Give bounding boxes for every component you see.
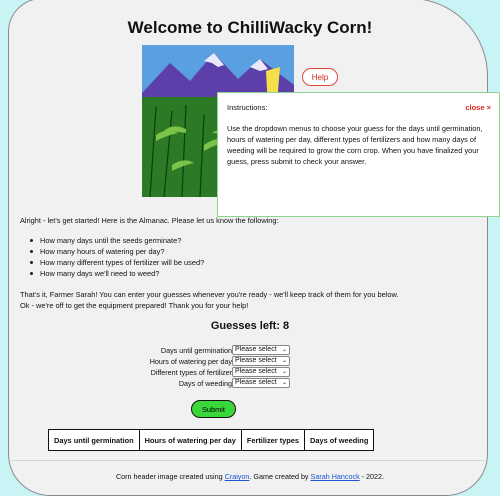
author-link[interactable]: Sarah Hancock [311,472,360,481]
outro-line: That's it, Farmer Sarah! You can enter y… [20,290,399,299]
list-item: How many different types of fertilizer w… [29,257,204,268]
weeding-label: Days of weeding [178,379,232,388]
guesses-left: Guesses left: 8 [210,320,290,332]
footer-divider [9,460,487,461]
outro-line: Ok - we're off to get the equipment prep… [20,301,249,310]
fertilizer-label: Different types of fertilizer [150,368,232,377]
chevron-down-icon: ⌄ [281,380,287,386]
germination-row: Days until germination Please select ⌄ [0,345,500,356]
weeding-row: Days of weeding Please select ⌄ [0,378,500,389]
craiyon-link[interactable]: Craiyon [225,472,250,481]
table-header-row: Days until germination Hours of watering… [48,429,375,451]
questions-list: How many days until the seeds germinate?… [29,235,204,279]
instructions-panel: Instructions: close × Use the dropdown m… [217,92,500,217]
help-button[interactable]: Help [302,68,338,86]
fertilizer-row: Different types of fertilizer Please sel… [0,367,500,378]
guesses-table: Days until germination Hours of watering… [48,429,375,451]
watering-select[interactable]: Please select ⌄ [232,356,290,366]
instructions-title: Instructions: [227,103,268,112]
almanac-intro: Alright - let's get started! Here is the… [20,216,279,225]
chevron-down-icon: ⌄ [281,369,287,375]
outro-text: That's it, Farmer Sarah! You can enter y… [20,289,480,311]
weeding-select[interactable]: Please select ⌄ [232,378,290,388]
list-item: How many hours of watering per day? [29,246,204,257]
list-item: How many days until the seeds germinate? [29,235,204,246]
watering-row: Hours of watering per day Please select … [0,356,500,367]
table-header: Days until germination [48,429,140,451]
submit-button[interactable]: Submit [191,400,236,418]
instructions-text: Use the dropdown menus to choose your gu… [227,124,483,166]
watering-label: Hours of watering per day [149,357,232,366]
fertilizer-select[interactable]: Please select ⌄ [232,367,290,377]
page-title: Welcome to ChilliWacky Corn! [127,18,373,37]
table-header: Fertilizer types [240,429,306,451]
chevron-down-icon: ⌄ [281,347,287,353]
chevron-down-icon: ⌄ [281,358,287,364]
table-header: Days of weeding [304,429,375,451]
footer: Corn header image created using Craiyon.… [115,472,385,481]
list-item: How many days we'll need to weed? [29,268,204,279]
germination-label: Days until germination [160,346,232,355]
germination-select[interactable]: Please select ⌄ [232,345,290,355]
table-header: Hours of watering per day [138,429,242,451]
close-instructions-button[interactable]: close × [465,103,491,112]
